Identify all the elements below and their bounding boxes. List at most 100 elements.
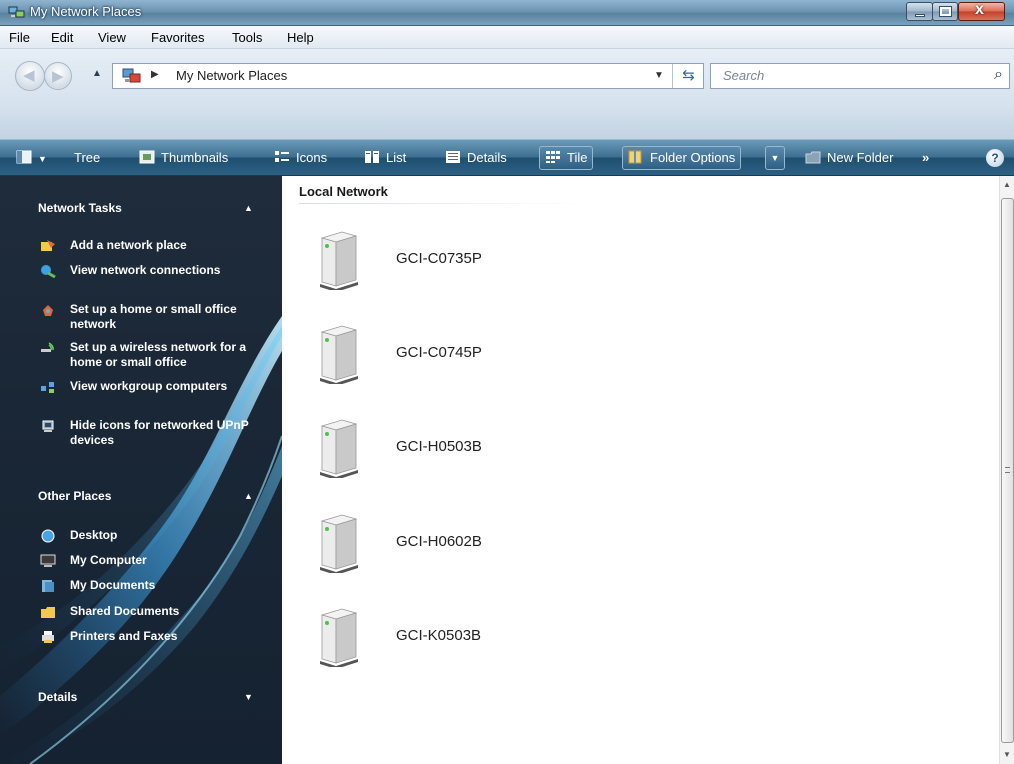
network-places-icon <box>122 68 141 83</box>
window-title: My Network Places <box>30 4 142 19</box>
computer-tower-icon <box>320 231 358 290</box>
menu-favorites[interactable]: Favorites <box>151 30 204 45</box>
toolbar-overflow-button[interactable]: » <box>922 140 929 175</box>
back-arrow-icon: ◀ <box>23 67 35 84</box>
view-list-label: List <box>386 150 407 165</box>
refresh-button[interactable]: ⇆ <box>672 64 704 88</box>
view-tile-button[interactable]: Tile <box>539 146 594 170</box>
menu-edit[interactable]: Edit <box>51 30 73 45</box>
scroll-up-icon[interactable]: ▲ <box>1003 180 1011 189</box>
place-label: Shared Documents <box>70 604 180 618</box>
task-label: View network connections <box>70 263 221 277</box>
computer-tower-icon <box>320 608 358 667</box>
menu-help[interactable]: Help <box>287 30 314 45</box>
folder-options-button[interactable]: Folder Options <box>622 146 742 170</box>
list-view-icon <box>365 150 379 163</box>
back-button[interactable]: ◀ <box>15 61 45 91</box>
close-button[interactable]: x <box>958 1 1005 21</box>
search-icon[interactable]: ⌕ <box>994 66 1003 84</box>
details-view-icon <box>446 150 460 163</box>
scroll-thumb[interactable] <box>1001 198 1014 743</box>
help-icon[interactable]: ? <box>986 149 1004 167</box>
views-dropdown-icon: ▼ <box>38 154 47 164</box>
new-folder-label: New Folder <box>827 150 894 165</box>
computer-tile[interactable]: GCI-C0745P <box>318 322 578 384</box>
computer-name: GCI-C0735P <box>396 250 482 267</box>
task-label: View workgroup computers <box>70 379 228 393</box>
address-row-spacer <box>0 105 1014 139</box>
forward-button[interactable]: ▶ <box>44 62 72 90</box>
scroll-grip-icon <box>1005 467 1010 473</box>
computer-tile[interactable]: GCI-H0503B <box>318 416 578 478</box>
tile-view-icon <box>546 150 560 163</box>
address-row: ◀ ▶ ▲ ▶ My Network Places ▼ ⇆ Search ⌕ <box>0 49 1014 105</box>
collapse-chevron-icon[interactable]: ▲ <box>244 491 253 501</box>
view-details-label: Details <box>467 150 507 165</box>
computer-name: GCI-K0503B <box>396 627 482 644</box>
group-divider <box>299 203 589 204</box>
minimize-button[interactable] <box>906 2 933 21</box>
my-computer-icon <box>40 554 56 567</box>
place-label: My Documents <box>70 578 156 592</box>
breadcrumb-separator-icon[interactable]: ▶ <box>151 69 159 80</box>
view-tree-label: Tree <box>74 150 101 165</box>
menu-file[interactable]: File <box>9 30 30 45</box>
sidebar: Network Tasks ▲ Add a network place View… <box>0 176 282 764</box>
view-icons-button[interactable]: Icons <box>274 140 327 175</box>
computer-name: GCI-H0602B <box>396 533 482 550</box>
address-dropdown-icon[interactable]: ▼ <box>654 70 664 81</box>
computer-tile[interactable]: GCI-K0503B <box>318 605 578 667</box>
task-label: Add a network place <box>70 238 187 252</box>
chevron-right-icon: » <box>922 150 930 165</box>
place-label: My Computer <box>70 553 147 567</box>
wireless-network-icon <box>41 342 54 352</box>
thumbnails-icon <box>139 150 155 164</box>
search-box[interactable]: Search ⌕ <box>710 63 1010 89</box>
computer-tower-icon <box>320 419 358 478</box>
scroll-down-icon[interactable]: ▼ <box>1003 750 1011 759</box>
menu-bar: File Edit View Favorites Tools Help <box>0 26 1014 49</box>
home-network-icon <box>43 305 53 316</box>
address-bar[interactable]: ▶ My Network Places ▼ ⇆ <box>112 63 704 89</box>
views-menu-button[interactable]: ▼ <box>16 140 47 175</box>
recent-pages-dropdown[interactable]: ▲ <box>92 68 102 79</box>
computer-tower-icon <box>320 325 358 384</box>
maximize-button[interactable] <box>932 2 958 21</box>
place-label: Desktop <box>70 528 118 542</box>
view-thumbnails-button[interactable]: Thumbnails <box>139 140 228 175</box>
folder-options-dropdown[interactable]: ▼ <box>765 146 785 170</box>
computer-tile[interactable]: GCI-H0602B <box>318 511 578 573</box>
network-tasks-header[interactable]: Network Tasks <box>38 201 122 215</box>
toolbar: ▼ Tree Thumbnails Icons List Details Til… <box>0 139 1014 176</box>
menu-view[interactable]: View <box>98 30 126 45</box>
my-documents-icon <box>42 580 54 592</box>
details-header[interactable]: Details <box>38 690 77 704</box>
title-bar: My Network Places x <box>0 0 1014 26</box>
computer-name: GCI-C0745P <box>396 344 482 361</box>
view-tree-button[interactable]: Tree <box>74 140 100 175</box>
menu-tools[interactable]: Tools <box>232 30 262 45</box>
new-folder-icon <box>805 151 821 164</box>
search-input[interactable]: Search <box>723 68 764 83</box>
network-places-icon <box>8 6 25 18</box>
collapse-chevron-icon[interactable]: ▲ <box>244 203 253 213</box>
view-list-button[interactable]: List <box>364 140 406 175</box>
computer-name: GCI-H0503B <box>396 438 482 455</box>
new-folder-button[interactable]: New Folder <box>805 140 893 175</box>
upnp-device-icon <box>42 420 54 432</box>
place-label: Printers and Faxes <box>70 629 178 643</box>
refresh-icon: ⇆ <box>682 67 695 84</box>
expand-chevron-icon[interactable]: ▼ <box>244 692 253 702</box>
maximize-icon <box>939 6 952 17</box>
folder-options-label: Folder Options <box>650 150 736 165</box>
vertical-scrollbar[interactable]: ▲ ▼ <box>999 176 1014 764</box>
view-tile-label: Tile <box>567 150 588 165</box>
computer-tile[interactable]: GCI-C0735P <box>318 228 578 290</box>
printers-icon <box>42 631 54 643</box>
other-places-header[interactable]: Other Places <box>38 489 111 503</box>
icons-view-icon <box>275 150 289 162</box>
address-path[interactable]: My Network Places <box>176 68 287 83</box>
shared-documents-icon <box>41 607 55 618</box>
dropdown-arrow-icon: ▼ <box>770 153 780 163</box>
view-details-button[interactable]: Details <box>445 140 507 175</box>
